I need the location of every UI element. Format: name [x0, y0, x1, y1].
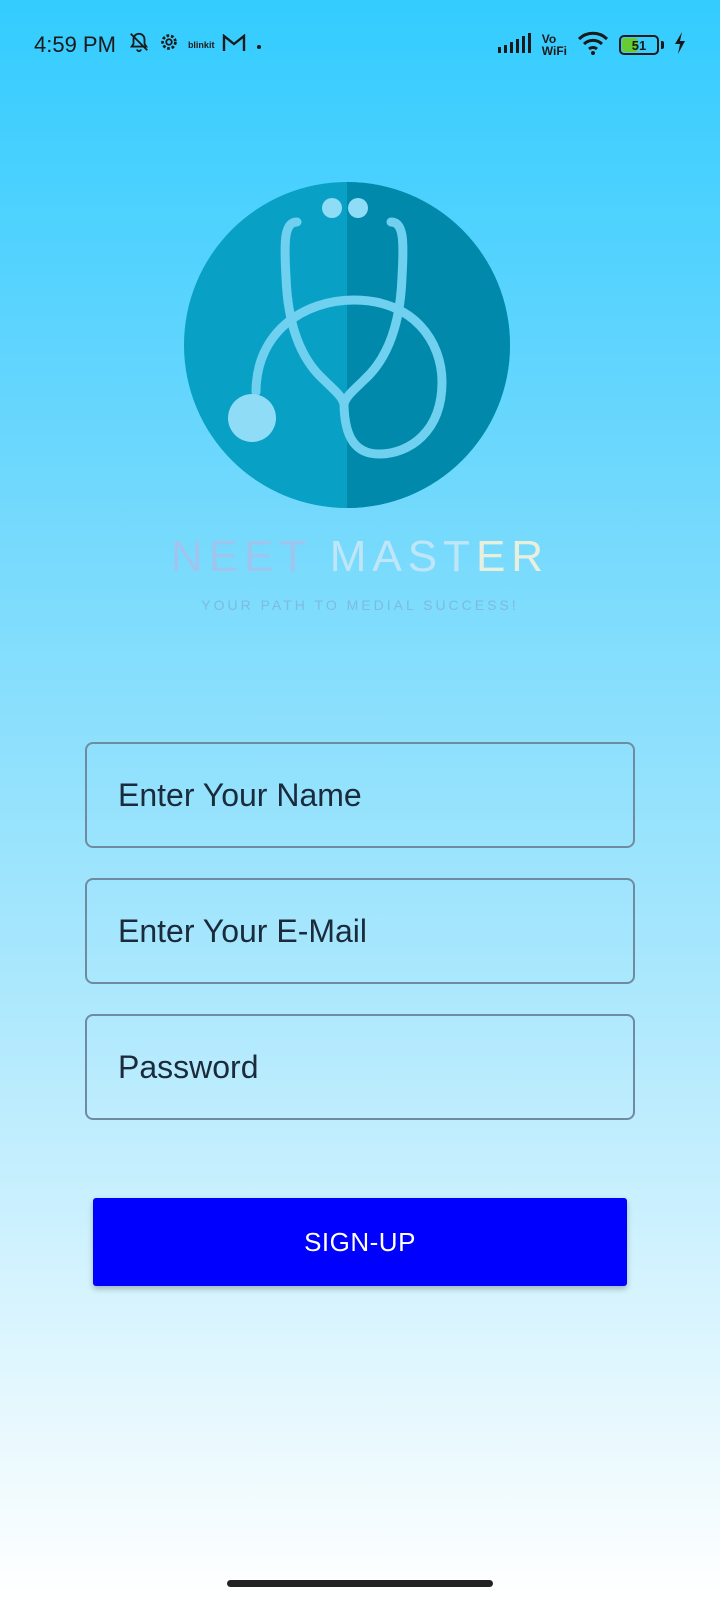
gear-icon — [158, 31, 180, 59]
bell-off-icon — [128, 31, 150, 59]
dot-icon — [254, 32, 264, 58]
status-time: 4:59 PM — [34, 32, 116, 57]
battery-body: 51 — [619, 35, 659, 55]
email-field[interactable] — [85, 878, 635, 984]
title-part-1: NEET — [170, 532, 330, 581]
gmail-icon — [222, 32, 246, 58]
status-bar: 4:59 PM blinkit Vo WiFi 51 — [0, 0, 720, 90]
password-input[interactable] — [116, 1047, 633, 1087]
app-tagline: YOUR PATH TO MEDIAL SUCCESS! — [201, 597, 519, 613]
signup-button[interactable]: SIGN-UP — [93, 1198, 627, 1286]
blinkit-icon: blinkit — [187, 40, 215, 50]
wifi-label: WiFi — [541, 44, 567, 58]
email-input[interactable] — [116, 911, 633, 951]
battery-icon: 51 — [619, 35, 664, 55]
title-part-3: ER — [475, 532, 550, 581]
stethoscope-logo — [184, 182, 510, 508]
signal-icon — [497, 32, 532, 58]
password-field[interactable] — [85, 1014, 635, 1120]
battery-level: 51 — [631, 37, 647, 53]
vowifi-icon: Vo WiFi — [542, 33, 567, 57]
app-title: NEET MASTER — [0, 532, 720, 582]
name-field[interactable] — [85, 742, 635, 848]
status-left: 4:59 PM blinkit — [34, 31, 264, 59]
title-part-2: MAST — [329, 532, 476, 581]
status-right: Vo WiFi 51 — [497, 31, 686, 60]
home-indicator[interactable] — [227, 1580, 493, 1587]
stethoscope-icon — [184, 182, 510, 508]
charging-bolt-icon — [674, 31, 686, 59]
name-input[interactable] — [116, 775, 633, 815]
wifi-icon — [577, 31, 609, 60]
battery-tip — [661, 41, 664, 49]
